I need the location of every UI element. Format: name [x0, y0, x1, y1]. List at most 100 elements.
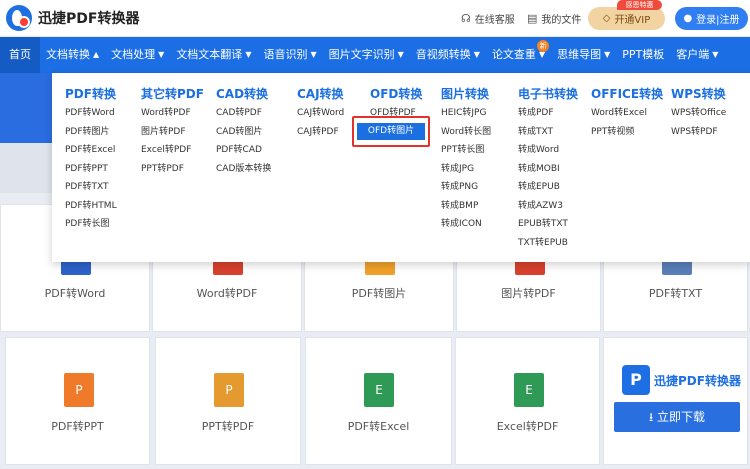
ad-title: 迅捷PDF转换器: [654, 374, 741, 388]
menu-item[interactable]: 图片转PDF: [141, 123, 204, 142]
menu-item[interactable]: PDF转Excel: [65, 141, 117, 160]
tool-card-label: 图片转PDF: [501, 287, 556, 300]
headset-icon: ☊: [461, 12, 471, 25]
nav-label: 文档文本翻译: [176, 48, 243, 61]
menu-item[interactable]: CAD转PDF: [216, 104, 271, 123]
menu-item[interactable]: Excel转PDF: [141, 141, 204, 160]
doc-convert-dropdown: PDF转换 PDF转Word PDF转图片 PDF转Excel PDF转PPT …: [52, 73, 750, 262]
customer-service-link[interactable]: ☊ 在线客服: [461, 11, 515, 26]
nav-item-plagiarism[interactable]: 论文查重 ▼ 新: [486, 37, 551, 73]
nav-label: 思维导图: [557, 48, 602, 61]
menu-item[interactable]: PDF转HTML: [65, 197, 117, 216]
excel-to-pdf-icon: E: [514, 373, 544, 407]
menu-item[interactable]: PPT转PDF: [141, 160, 204, 179]
menu-column-cad: CAD转换 CAD转PDF CAD转图片 PDF转CAD CAD版本转换: [216, 84, 271, 178]
menu-column-ebook: 电子书转换 转成PDF 转成TXT 转成Word 转成MOBI 转成EPUB 转…: [518, 84, 578, 252]
menu-column-head: OFFICE转换: [591, 87, 664, 101]
new-badge: 新: [537, 40, 550, 52]
my-files-link[interactable]: ▤ 我的文件: [527, 11, 581, 26]
menu-item[interactable]: CAD版本转换: [216, 160, 271, 179]
menu-item[interactable]: Word转Excel: [591, 104, 663, 123]
vip-promo-badge: 感恩特惠: [617, 0, 662, 10]
tool-card[interactable]: E Excel转PDF: [455, 337, 600, 465]
diamond-icon: ◇: [602, 13, 611, 24]
menu-item[interactable]: CAJ转Word: [297, 104, 344, 123]
nav-label: 文档处理: [111, 48, 156, 61]
menu-item[interactable]: WPS转Office: [671, 104, 726, 123]
tool-card[interactable]: P PPT转PDF: [155, 337, 301, 465]
menu-item[interactable]: PDF转CAD: [216, 141, 271, 160]
menu-column-wps: WPS转换 WPS转Office WPS转PDF: [671, 84, 726, 141]
nav-item-client[interactable]: 客户端 ▼: [670, 37, 724, 73]
menu-item[interactable]: PDF转图片: [65, 123, 117, 142]
menu-column-to-pdf: 其它转PDF Word转PDF 图片转PDF Excel转PDF PPT转PDF: [141, 84, 204, 178]
nav-item-home[interactable]: 首页: [0, 37, 40, 73]
main-nav: 首页 文档转换 ▲ 文档处理 ▼ 文档文本翻译 ▼ 语音识别 ▼ 图片文字识别 ▼ 音视频…: [0, 37, 750, 73]
tool-card[interactable]: E PDF转Excel: [305, 337, 452, 465]
menu-item[interactable]: HEIC转JPG: [441, 104, 491, 123]
menu-item[interactable]: 转成PNG: [441, 178, 491, 197]
menu-item[interactable]: CAJ转PDF: [297, 123, 344, 142]
app-logo-icon: P: [622, 365, 650, 395]
menu-item[interactable]: CAD转图片: [216, 123, 271, 142]
menu-item[interactable]: PPT转长图: [441, 141, 491, 160]
menu-item[interactable]: WPS转PDF: [671, 123, 726, 142]
menu-item[interactable]: 转成EPUB: [518, 178, 578, 197]
menu-column-head: OFD转换: [370, 87, 423, 101]
menu-column-office: OFFICE转换 Word转Excel PPT转视频: [591, 84, 663, 141]
nav-label: 论文查重: [491, 48, 536, 61]
menu-item[interactable]: 转成JPG: [441, 160, 491, 179]
menu-item-ofd-to-image[interactable]: OFD转图片: [357, 123, 425, 140]
menu-item[interactable]: 转成PDF: [518, 104, 578, 123]
menu-item[interactable]: PDF转PPT: [65, 160, 117, 179]
menu-column-pdf: PDF转换 PDF转Word PDF转图片 PDF转Excel PDF转PPT …: [65, 84, 117, 234]
menu-item[interactable]: Word转长图: [441, 123, 491, 142]
menu-item[interactable]: Word转PDF: [141, 104, 204, 123]
login-button[interactable]: ● 登录|注册: [675, 7, 748, 30]
nav-label: 首页: [9, 48, 31, 61]
nav-label: 图片文字识别: [328, 48, 395, 61]
menu-item[interactable]: 转成BMP: [441, 197, 491, 216]
tool-card[interactable]: P PDF转PPT: [5, 337, 150, 465]
customer-service-label: 在线客服: [474, 15, 515, 26]
nav-item-ppt-template[interactable]: PPT模板: [616, 37, 670, 73]
tool-card-label: PDF转Word: [44, 287, 106, 300]
chevron-down-icon: ▼: [310, 50, 317, 59]
menu-item[interactable]: EPUB转TXT: [518, 215, 578, 234]
menu-item[interactable]: TXT转EPUB: [518, 234, 578, 253]
menu-column-head: 电子书转换: [518, 87, 579, 101]
nav-item-translate[interactable]: 文档文本翻译 ▼: [170, 37, 257, 73]
download-button-label: 立即下载: [657, 410, 706, 424]
tool-card-label: PDF转Excel: [347, 420, 410, 433]
nav-item-speech[interactable]: 语音识别 ▼: [257, 37, 322, 73]
menu-item[interactable]: PDF转TXT: [65, 178, 117, 197]
menu-item[interactable]: 转成TXT: [518, 123, 578, 142]
menu-item[interactable]: 转成MOBI: [518, 160, 578, 179]
site-logo[interactable]: 迅捷PDF转换器: [6, 5, 139, 31]
vip-label: 开通VIP: [614, 15, 651, 26]
login-label: 登录|注册: [696, 15, 740, 26]
download-ad-card: P 迅捷PDF转换器 ⭳ 立即下载: [603, 337, 748, 465]
file-icon: ▤: [527, 12, 538, 25]
menu-item[interactable]: 转成AZW3: [518, 197, 578, 216]
menu-column-head: CAJ转换: [297, 87, 344, 101]
download-icon: ⭳: [648, 410, 657, 424]
menu-item[interactable]: PPT转视频: [591, 123, 663, 142]
menu-item[interactable]: PDF转长图: [65, 215, 117, 234]
site-header: 迅捷PDF转换器 ☊ 在线客服 ▤ 我的文件 ◇ 开通VIP 感恩特惠 ● 登录…: [0, 0, 750, 37]
nav-item-ocr[interactable]: 图片文字识别 ▼: [323, 37, 410, 73]
menu-item[interactable]: PDF转Word: [65, 104, 117, 123]
tool-card-label: PPT转PDF: [201, 420, 255, 433]
nav-item-mindmap[interactable]: 思维导图 ▼: [551, 37, 616, 73]
pdf-to-excel-icon: E: [364, 373, 394, 407]
menu-item[interactable]: 转成ICON: [441, 215, 491, 234]
nav-item-doc-process[interactable]: 文档处理 ▼: [105, 37, 170, 73]
tool-card-label: PDF转图片: [351, 287, 407, 300]
vip-button[interactable]: ◇ 开通VIP: [588, 7, 665, 30]
menu-item[interactable]: 转成Word: [518, 141, 578, 160]
menu-column-caj: CAJ转换 CAJ转Word CAJ转PDF: [297, 84, 344, 141]
download-button[interactable]: ⭳ 立即下载: [614, 402, 740, 432]
nav-item-av-convert[interactable]: 音视频转换 ▼: [410, 37, 486, 73]
nav-item-doc-convert[interactable]: 文档转换 ▲: [40, 37, 105, 73]
tool-card-label: Word转PDF: [196, 287, 258, 300]
